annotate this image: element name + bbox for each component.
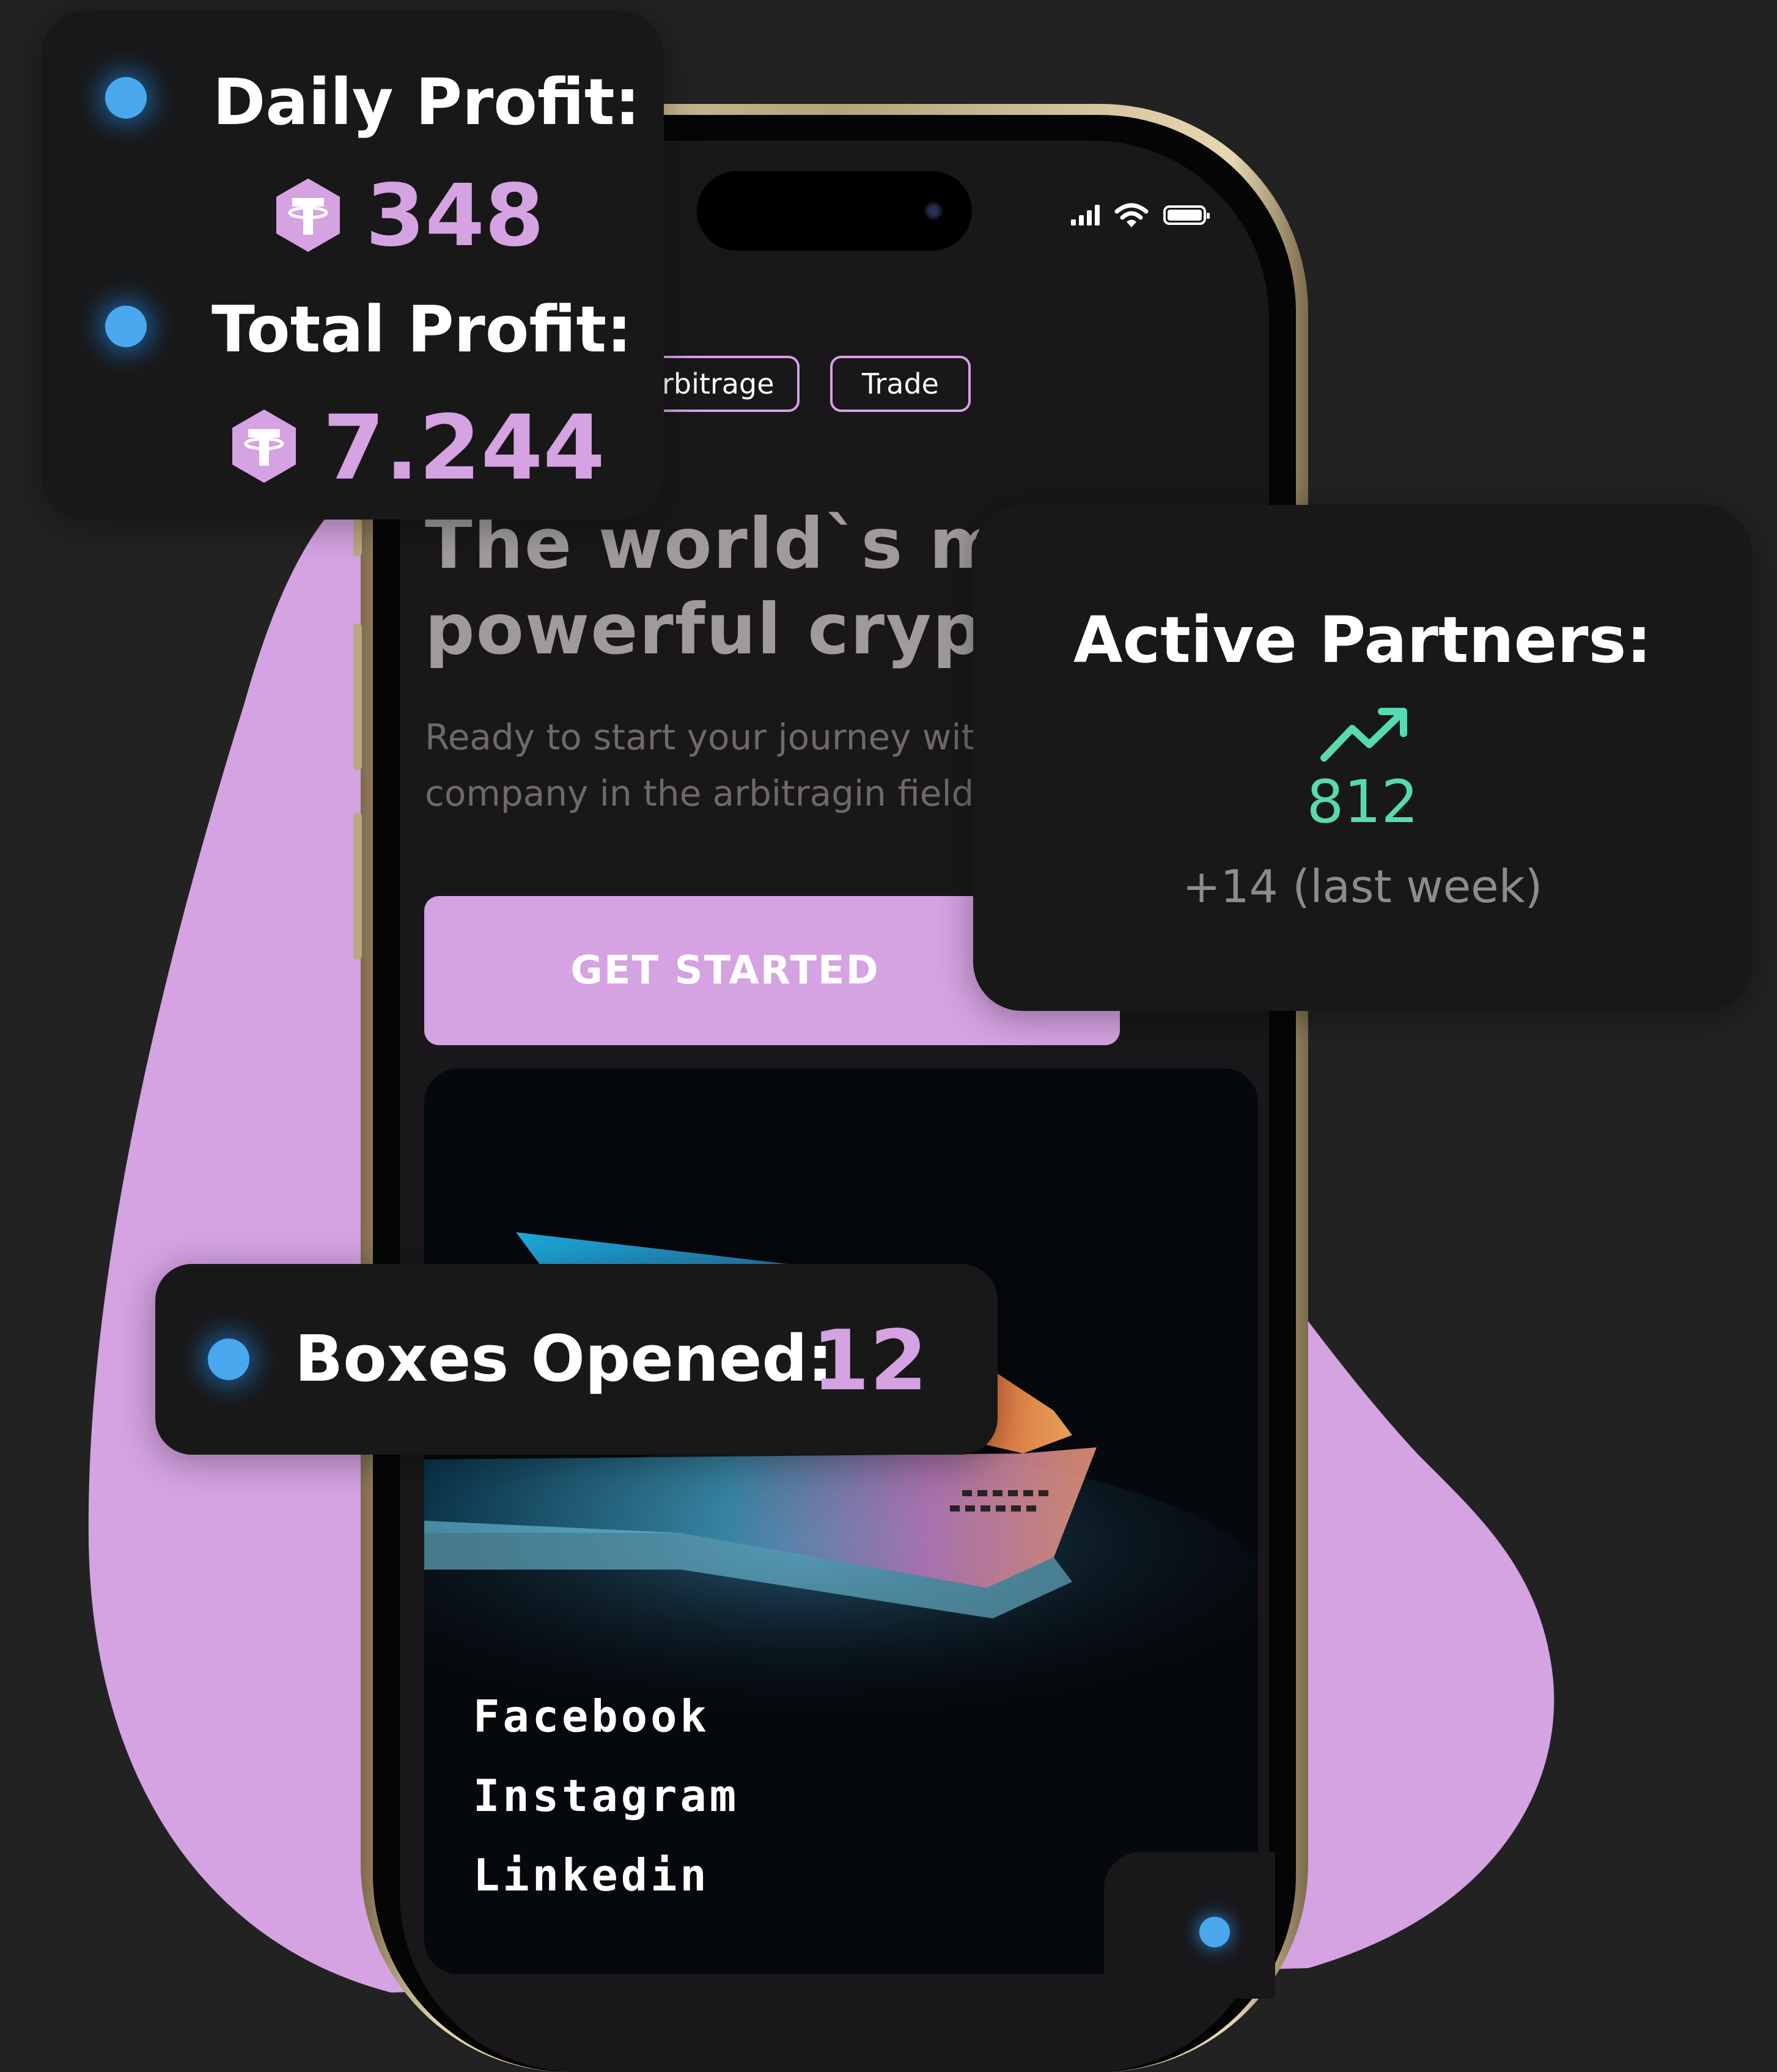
tether-icon — [276, 178, 340, 252]
hero-image: Facebook Instagram Linkedin — [424, 1068, 1258, 1974]
total-profit-label: Total Profit: — [212, 292, 632, 367]
boxes-opened-label: Boxes Opened: — [295, 1321, 833, 1396]
linkedin-link[interactable]: Linkedin — [473, 1850, 710, 1901]
status-dot-icon — [105, 306, 147, 347]
tether-icon — [232, 410, 296, 483]
dynamic-island — [697, 171, 972, 251]
hero-subtitle: Ready to start your journey with the bes… — [425, 709, 987, 821]
signal-icon — [1071, 205, 1100, 226]
hero-subtitle-line2: company in the arbitragin field? — [425, 773, 987, 814]
active-partners-delta: +14 (last week) — [1182, 861, 1543, 913]
instagram-link[interactable]: Instagram — [473, 1770, 739, 1821]
active-partners-card: Active Partners: 812 +14 (last week) — [973, 505, 1752, 1011]
boxes-opened-value: 12 — [812, 1313, 928, 1409]
hero-title: The world`s most powerful crypto — [425, 501, 987, 672]
boxes-opened-card: Boxes Opened: 12 — [155, 1264, 998, 1455]
phone-volume-down-button — [353, 813, 362, 960]
trending-up-icon — [1320, 708, 1407, 762]
profit-card: Daily Profit: 348 Total Profit: 7.244 — [42, 11, 664, 520]
daily-profit-label: Daily Profit: — [213, 65, 641, 139]
camera-icon — [924, 202, 943, 220]
laptop-image — [424, 1232, 1258, 1765]
tab-trade[interactable]: Trade — [830, 356, 971, 412]
daily-profit-value: 348 — [366, 166, 545, 266]
status-dot-icon — [105, 77, 147, 119]
active-partners-label: Active Partners: — [1073, 603, 1652, 677]
photo-corner-cutout — [1104, 1852, 1275, 1999]
wifi-icon — [1114, 203, 1149, 227]
phone-volume-up-button — [353, 623, 362, 770]
status-dot-icon — [208, 1339, 249, 1380]
hero-subtitle-line1: Ready to start your journey with the bes… — [425, 716, 987, 758]
facebook-link[interactable]: Facebook — [473, 1691, 710, 1742]
active-partners-value: 812 — [1306, 768, 1419, 836]
chat-bubble-dot-icon[interactable] — [1199, 1917, 1230, 1947]
status-bar — [1071, 202, 1210, 229]
battery-icon — [1163, 205, 1210, 225]
tab-trade-label: Trade — [862, 367, 939, 400]
hero-title-line2: powerful crypto — [425, 589, 987, 670]
total-profit-value: 7.244 — [323, 396, 605, 500]
